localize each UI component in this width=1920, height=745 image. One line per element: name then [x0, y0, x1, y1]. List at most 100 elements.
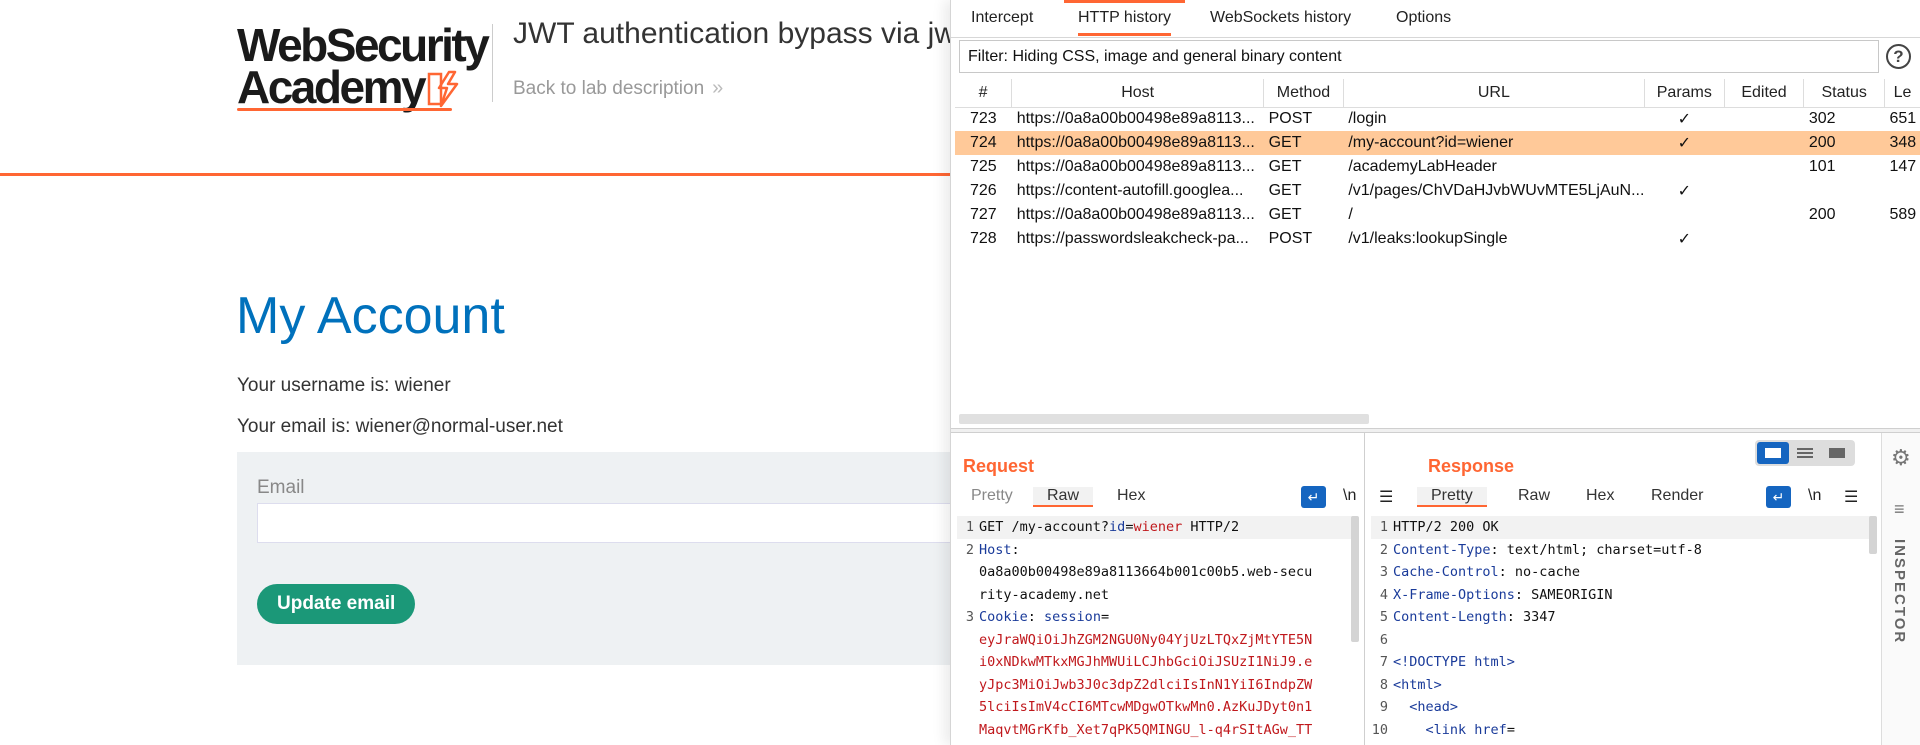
row-method: POST — [1268, 110, 1313, 128]
col-header-params[interactable]: Params — [1644, 79, 1725, 108]
response-tab-raw[interactable]: Raw — [1518, 487, 1550, 505]
help-icon[interactable]: ? — [1886, 44, 1911, 69]
line-number: 7 — [1379, 654, 1388, 670]
row-status: 200 — [1803, 131, 1885, 155]
table-row[interactable]: 727 https://0a8a00b00498e89a8113... GET / 20… — [955, 203, 1920, 227]
code-line: 3 Cache-Control: no-cache — [1371, 561, 1871, 584]
line-number: 1 — [1379, 519, 1388, 535]
code-token: Cookie — [979, 609, 1028, 625]
tab-websockets-history[interactable]: WebSockets history — [1210, 9, 1351, 27]
row-host: https://0a8a00b00498e89a8113... — [1016, 206, 1255, 223]
tab-intercept[interactable]: Intercept — [971, 9, 1033, 27]
response-wrap-icon[interactable]: ↵ — [1766, 486, 1791, 508]
update-email-button[interactable]: Update email — [257, 584, 416, 624]
row-length: 589 — [1889, 206, 1917, 223]
request-menu-icon[interactable]: ☰ — [1379, 487, 1393, 507]
inspector-panel[interactable]: ⚙ ≡ INSPECTOR — [1881, 433, 1920, 745]
col-header-length[interactable]: Le — [1884, 79, 1920, 108]
request-response-separator[interactable] — [1364, 433, 1365, 745]
response-tab-hex[interactable]: Hex — [1586, 487, 1614, 505]
code-token: = — [1506, 721, 1515, 738]
code-token: X-Frame-Options — [1393, 586, 1515, 603]
code-line: 7 <!DOCTYPE html> — [1371, 651, 1871, 674]
col-header-status[interactable]: Status — [1803, 79, 1885, 108]
request-scrollbar[interactable] — [1351, 516, 1359, 642]
table-row[interactable]: 724 https://0a8a00b00498e89a8113... GET/my… — [955, 131, 1920, 155]
double-chevron-right-icon: » — [712, 77, 724, 99]
single-view-icon[interactable] — [1821, 442, 1853, 464]
response-tab-pretty[interactable]: Pretty — [1417, 487, 1487, 507]
response-tab-render[interactable]: Render — [1651, 487, 1703, 505]
request-tab-pretty[interactable]: Pretty — [971, 487, 1013, 505]
code-token: session — [1044, 609, 1101, 625]
row-length: 147 — [1889, 158, 1917, 175]
row-method: GET — [1263, 131, 1344, 155]
request-wrap-icon[interactable]: ↵ — [1301, 486, 1326, 508]
row-edited — [1724, 203, 1804, 227]
code-line: MaqvtMGrKfb_Xet7qPK5QMINGU_l-q4rSItAGw_T… — [957, 719, 1357, 742]
request-editor[interactable]: 1 GET /my-account?id = wiener HTTP/2 2 Host: 0… — [957, 516, 1357, 741]
request-newline-toggle[interactable]: \n — [1343, 487, 1356, 505]
row-edited — [1724, 131, 1804, 155]
inspector-label[interactable]: INSPECTOR — [1891, 539, 1908, 644]
email-input[interactable] — [257, 503, 960, 543]
web-security-academy-logo[interactable]: WebSecurity Academy — [237, 20, 495, 112]
row-number: 728 — [969, 230, 997, 247]
code-token: HTTP/2 200 OK — [1393, 519, 1499, 535]
table-row[interactable]: 726 https://content-autofill.googlea... GE… — [955, 179, 1920, 203]
burp-proxy-window: Intercept HTTP history WebSockets histor… — [950, 0, 1920, 745]
tab-options[interactable]: Options — [1396, 9, 1451, 27]
response-menu-icon[interactable]: ☰ — [1844, 487, 1858, 507]
line-number: 9 — [1379, 699, 1388, 715]
pane-divider[interactable] — [951, 428, 1920, 433]
table-header-row: # Host Method URL Params Edited Status L… — [955, 79, 1920, 108]
row-edited — [1724, 179, 1804, 203]
response-scrollbar[interactable] — [1869, 516, 1877, 554]
code-token: : — [1011, 541, 1020, 558]
horizontal-view-icon[interactable] — [1789, 442, 1821, 464]
line-number: 5 — [1379, 609, 1388, 625]
col-header-method[interactable]: Method — [1263, 79, 1344, 108]
tab-http-history[interactable]: HTTP history — [1063, 0, 1186, 36]
code-line: 6 — [1371, 629, 1871, 652]
code-token: : no-cache — [1498, 564, 1580, 580]
row-length — [1884, 179, 1920, 203]
split-view-icon[interactable] — [1757, 442, 1789, 464]
col-header-edited[interactable]: Edited — [1724, 79, 1805, 108]
horizontal-scrollbar[interactable] — [959, 414, 1369, 424]
email-text: Your email is: wiener@normal-user.net — [237, 416, 563, 437]
code-token: Content-Type — [1393, 541, 1491, 558]
line-number: 6 — [1379, 631, 1388, 648]
table-row[interactable]: 723 https://0a8a00b00498e89a8113... POST/l… — [955, 107, 1920, 131]
code-line: yJpc3MiOiJwb3J0c3dpZ2dlciIsInN1YiI6IndpZ… — [957, 674, 1357, 697]
back-to-lab-link[interactable]: Back to lab description » — [513, 77, 723, 100]
code-token: id — [1109, 519, 1126, 535]
table-row[interactable]: 725 https://0a8a00b00498e89a8113... GET/ac… — [955, 155, 1920, 179]
response-newline-toggle[interactable]: \n — [1808, 487, 1821, 505]
filter-bar[interactable]: Filter: Hiding CSS, image and general bi… — [959, 40, 1879, 73]
row-host: https://content-autofill.googlea... — [1016, 182, 1244, 199]
row-number: 726 — [969, 182, 997, 199]
row-url: /academyLabHeader — [1348, 158, 1497, 175]
code-token: yJpc3MiOiJwb3J0c3dpZ2dlciIsInN1YiI6IndpZ… — [979, 676, 1313, 693]
col-header-host[interactable]: Host — [1011, 79, 1265, 108]
row-status: 200 — [1808, 206, 1836, 223]
request-tab-hex[interactable]: Hex — [1117, 487, 1145, 505]
code-line: 10 <link href= — [1371, 719, 1871, 742]
settings-gear-icon[interactable]: ⚙ — [1891, 445, 1911, 471]
code-token: MaqvtMGrKfb_Xet7qPK5QMINGU_l-q4rSItAGw_T… — [979, 721, 1313, 738]
code-line: 0a8a00b00498e89a8113664b001c00b5.web-sec… — [957, 561, 1357, 584]
code-token: HTTP/2 — [1182, 519, 1240, 535]
col-header-number[interactable]: # — [955, 79, 1013, 108]
col-header-url[interactable]: URL — [1343, 79, 1645, 108]
line-number: 10 — [1371, 721, 1388, 738]
table-row[interactable]: 728 https://passwordsleakcheck-pa... POST /… — [955, 227, 1920, 251]
inspector-list-icon[interactable]: ≡ — [1894, 499, 1905, 520]
code-token: Content-Length — [1393, 609, 1507, 625]
row-params: ✓ — [1644, 131, 1725, 155]
response-editor[interactable]: 1 HTTP/2 200 OK 2 Content-Type: text/html; … — [1371, 516, 1871, 741]
request-tab-raw[interactable]: Raw — [1033, 487, 1094, 507]
code-line: 5lciIsImV4cCI6MTcwMDgwOTkwMn0.AzKuJDyt0n… — [957, 696, 1357, 719]
row-method: GET — [1268, 158, 1302, 175]
